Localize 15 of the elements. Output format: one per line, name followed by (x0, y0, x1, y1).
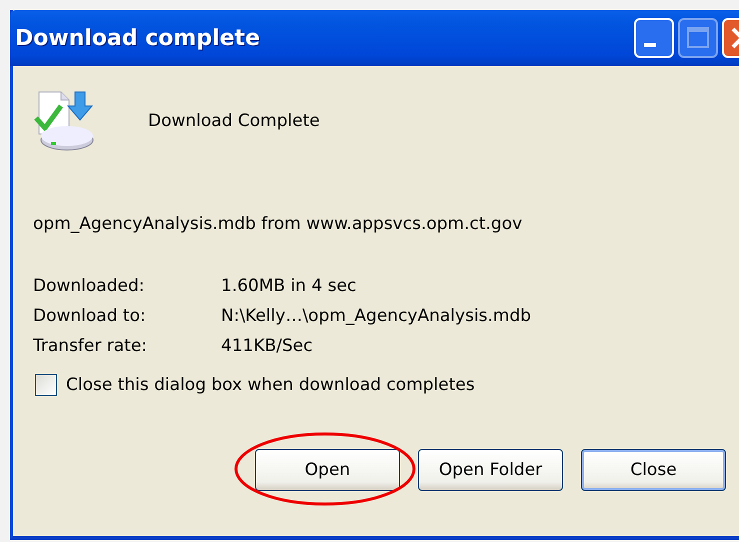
close-button[interactable]: Close (581, 449, 726, 491)
detail-label: Download to: (33, 306, 146, 326)
open-folder-button[interactable]: Open Folder (418, 449, 563, 491)
close-when-done-checkbox[interactable] (35, 374, 57, 396)
minimize-button[interactable] (634, 18, 674, 58)
checkbox-label: Close this dialog box when download completes (66, 375, 475, 395)
status-heading: Download Complete (148, 111, 320, 131)
detail-label: Transfer rate: (33, 336, 148, 356)
window-title: Download complete (15, 26, 261, 50)
detail-label: Downloaded: (33, 276, 144, 296)
detail-value: 1.60MB in 4 sec (221, 276, 356, 296)
source-text: opm_AgencyAnalysis.mdb from www.appsvcs.opm.ct.gov (33, 214, 524, 234)
open-button[interactable]: Open (255, 449, 400, 491)
detail-value: 411KB/Sec (221, 336, 313, 356)
detail-value: N:\Kelly…\opm_AgencyAnalysis.mdb (221, 306, 532, 326)
